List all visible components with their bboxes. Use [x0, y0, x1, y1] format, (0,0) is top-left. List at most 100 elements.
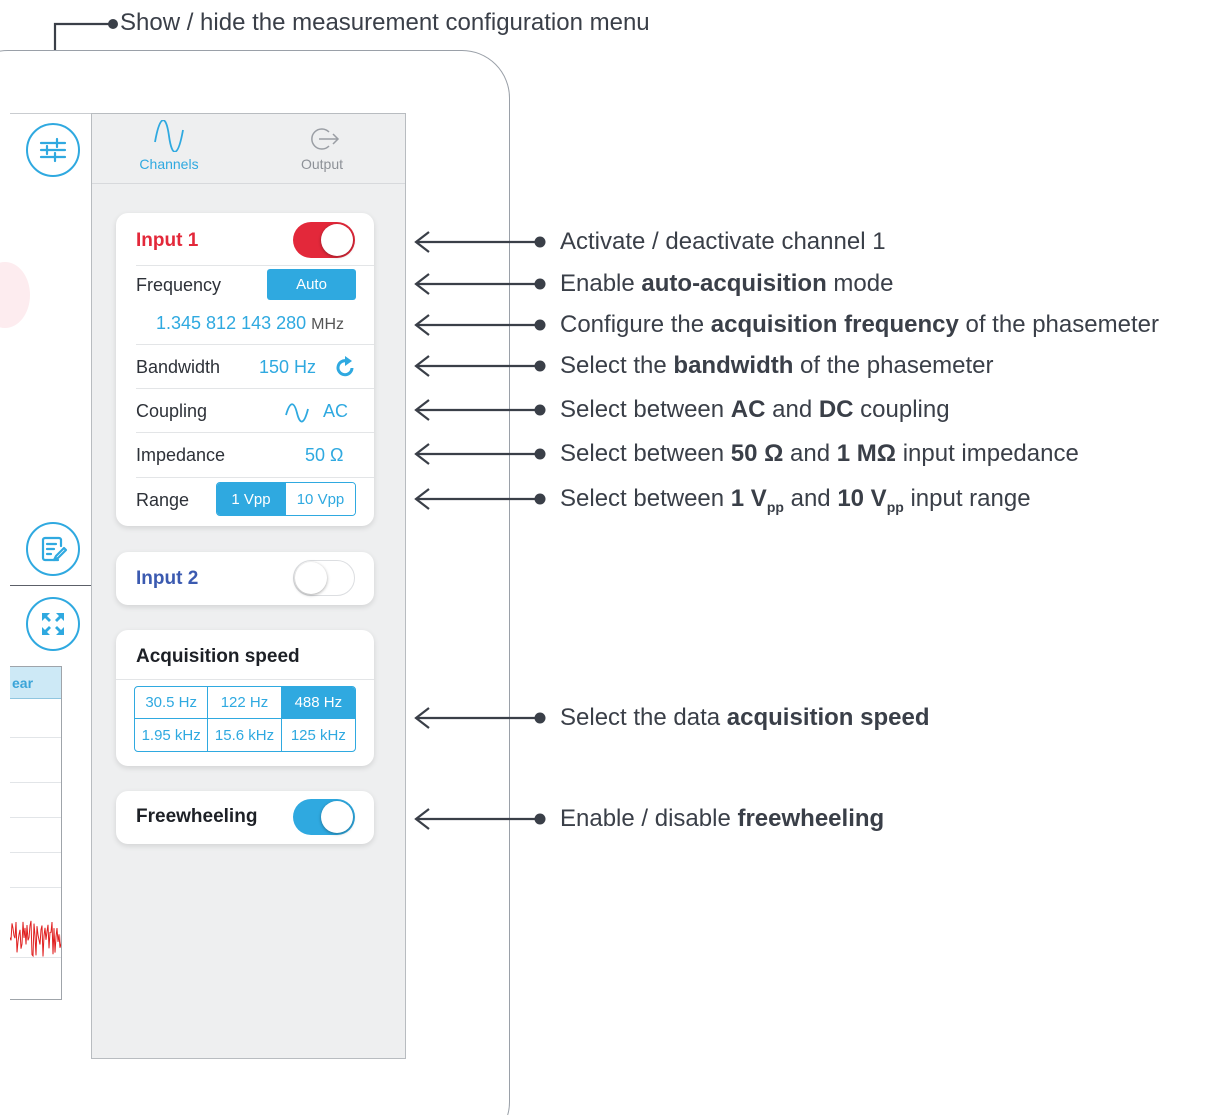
config-menu-toggle-button[interactable]	[26, 123, 80, 177]
tab-channels-label: Channels	[139, 156, 199, 172]
grid-line	[10, 887, 61, 888]
edit-note-icon	[41, 536, 68, 562]
annotation-text-part: Select between	[560, 440, 731, 467]
annotation-text-part: DC	[818, 396, 854, 423]
divider	[136, 432, 374, 433]
annotation-row: Select the data acquisition speed	[413, 704, 1216, 732]
annotation-text-part: of the phasemeter	[793, 352, 994, 379]
tab-channels[interactable]: Channels	[114, 120, 224, 172]
refresh-icon[interactable]	[335, 355, 357, 379]
annotation-text-part: mode	[826, 270, 894, 297]
input1-card: Input 1 Frequency Auto 1.345 812 143 280…	[116, 213, 374, 526]
acquisition-title: Acquisition speed	[136, 646, 300, 667]
annotation-text: Select between 50 Ω and 1 MΩ input imped…	[560, 440, 1079, 468]
annotation-row: Configure the acquisition frequency of t…	[413, 311, 1216, 338]
grid-line	[10, 852, 61, 853]
annotation-text-part: pp	[886, 498, 904, 515]
annotation-arrow	[414, 314, 546, 336]
annotation-text: Select the data acquisition speed	[560, 704, 930, 732]
annotation-arrow	[414, 488, 546, 510]
divider	[136, 477, 374, 478]
output-arrow-icon	[311, 128, 340, 150]
signal-trace	[10, 920, 61, 958]
input2-toggle[interactable]	[293, 560, 355, 596]
range-option-1vpp[interactable]: 1 Vpp	[217, 483, 285, 515]
annotation-text-part: 1 V	[730, 485, 767, 512]
speed-option[interactable]: 1.95 kHz	[135, 719, 209, 751]
annotation-row: Select between 50 Ω and 1 MΩ input imped…	[413, 440, 1216, 468]
bandwidth-label: Bandwidth	[136, 357, 221, 377]
tab-output-label: Output	[300, 156, 344, 172]
toggle-knob	[321, 801, 353, 833]
annotation-row: Enable / disable freewheeling	[413, 805, 1216, 833]
settings-panel: Channels Output Input 1 Frequency Auto 1…	[91, 113, 406, 1059]
annotation-text-part: and	[783, 440, 837, 467]
frequency-value: 1.345 812 143 280	[156, 313, 307, 333]
bandwidth-value[interactable]: 150 Hz	[259, 357, 316, 378]
top-annotation-text: Show / hide the measurement configuratio…	[120, 9, 650, 36]
input1-toggle[interactable]	[293, 222, 355, 258]
divider	[136, 265, 374, 266]
annotation-row: Select between AC and DC coupling	[413, 396, 1216, 424]
annotation-arrow	[414, 399, 546, 421]
annotation-row: Select between 1 Vpp and 10 Vpp input ra…	[413, 485, 1216, 515]
annotation-text: Select the bandwidth of the phasemeter	[560, 352, 994, 380]
sliders-icon	[39, 137, 67, 163]
annotation-text-part: pp	[766, 498, 784, 515]
speed-option[interactable]: 30.5 Hz	[135, 687, 209, 719]
plot-preview: ear	[10, 666, 62, 1000]
annotation-text-part: Select the	[560, 352, 674, 379]
annotation-text-part: input impedance	[896, 440, 1079, 467]
annotation-text-part: 50 Ω	[730, 440, 784, 467]
annotation-text-part: Select the data	[560, 704, 727, 731]
freewheeling-card: Freewheeling	[116, 791, 374, 844]
annotation-text-part: input range	[903, 485, 1031, 512]
annotation-text-part: bandwidth	[673, 352, 794, 379]
divider	[136, 388, 374, 389]
input2-card: Input 2	[116, 552, 374, 605]
annotation-text-part: 10 V	[837, 485, 887, 512]
annotation-row: Enable auto-acquisition mode	[413, 270, 1216, 297]
tab-output[interactable]: Output	[267, 120, 377, 172]
grid-line	[10, 737, 61, 738]
speed-option[interactable]: 125 kHz	[282, 719, 355, 751]
annotation-text: Activate / deactivate channel 1	[560, 228, 886, 256]
ac-sine-icon	[285, 403, 309, 423]
panel-tabs: Channels Output	[92, 114, 405, 184]
coupling-value[interactable]: AC	[323, 401, 348, 422]
speed-option[interactable]: 488 Hz	[281, 687, 355, 719]
annotation-text-part: AC	[730, 396, 766, 423]
toggle-knob	[295, 562, 327, 594]
annotation-arrow	[414, 231, 546, 253]
range-selector: 1 Vpp 10 Vpp	[216, 482, 356, 516]
divider	[136, 344, 374, 345]
annotation-arrow	[414, 443, 546, 465]
toggle-knob	[321, 224, 353, 256]
annotation-text-part: freewheeling	[737, 805, 885, 832]
annotation-text-part: Enable / disable	[560, 805, 738, 832]
acquisition-card: Acquisition speed 30.5 Hz 122 Hz 488 Hz …	[116, 630, 374, 766]
frequency-value-field[interactable]: 1.345 812 143 280 MHz	[156, 313, 344, 334]
annotation-text-part: coupling	[853, 396, 950, 423]
annotation-text: Select between AC and DC coupling	[560, 396, 950, 424]
auto-button[interactable]: Auto	[267, 269, 356, 300]
annotation-row: Activate / deactivate channel 1	[413, 228, 1216, 256]
freewheeling-toggle[interactable]	[293, 799, 355, 835]
annotation-text-part: Configure the	[560, 311, 711, 338]
annotation-arrow	[414, 273, 546, 295]
notes-button[interactable]	[26, 522, 80, 576]
range-option-10vpp[interactable]: 10 Vpp	[285, 483, 355, 515]
acquisition-speed-selector: 30.5 Hz 122 Hz 488 Hz 1.95 kHz 15.6 kHz …	[134, 686, 356, 752]
annotation-text-part: Select between	[560, 396, 731, 423]
speed-option[interactable]: 15.6 kHz	[208, 719, 282, 751]
toolbar-divider	[10, 585, 92, 586]
fullscreen-button[interactable]	[26, 597, 80, 651]
speed-option[interactable]: 122 Hz	[208, 687, 282, 719]
impedance-value[interactable]: 50 Ω	[305, 445, 343, 466]
annotation-text-part: Select between	[560, 485, 731, 512]
annotation-text: Select between 1 Vpp and 10 Vpp input ra…	[560, 485, 1031, 515]
annotation-text-part: and	[783, 485, 838, 512]
expand-icon	[42, 613, 64, 635]
divider	[116, 679, 374, 680]
annotation-text: Enable / disable freewheeling	[560, 805, 884, 833]
